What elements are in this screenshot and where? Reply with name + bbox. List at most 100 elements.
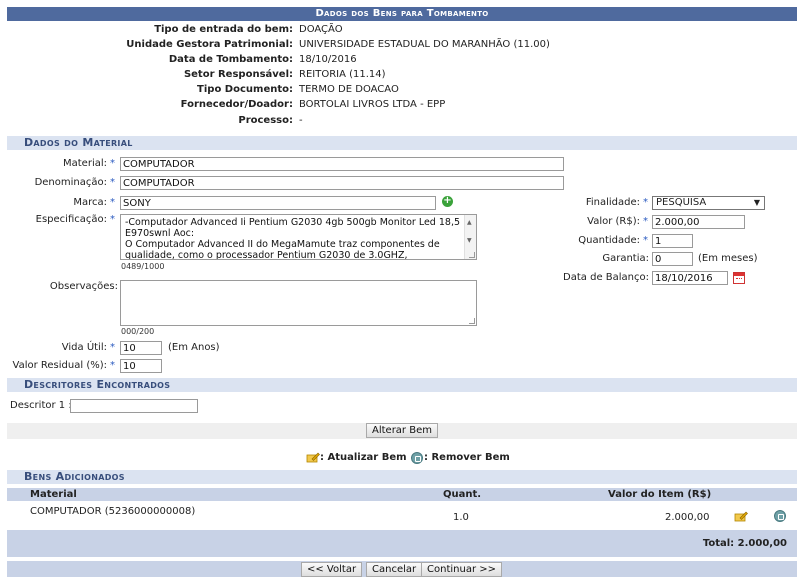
pencil-icon[interactable] <box>734 511 748 522</box>
especificacao-label: Especificação: <box>35 214 107 225</box>
vida-util-input[interactable] <box>120 341 162 355</box>
info-row-data-tombamento: Data de Tombamento: 18/10/2016 <box>0 53 800 67</box>
info-value: REITORIA (11.14) <box>299 69 386 80</box>
quantidade-input[interactable] <box>652 234 693 248</box>
page: Dados dos Bens para Tombamento Tipo de e… <box>0 0 800 587</box>
finalidade-selected: PESQUISA <box>656 197 707 208</box>
info-value: TERMO DE DOACAO <box>299 84 399 95</box>
denominacao-label: Denominação: <box>34 177 107 188</box>
material-label: Material: <box>63 158 107 169</box>
info-value: - <box>299 115 303 126</box>
row-quant: 1.0 <box>453 512 469 523</box>
info-label: Data de Tombamento: <box>168 54 293 65</box>
add-marca-plus-icon[interactable]: + <box>442 196 453 207</box>
alterar-bem-button[interactable]: Alterar Bem <box>366 423 438 438</box>
especificacao-line: qualidade, como o processador Pentium G2… <box>125 250 408 260</box>
valor-input[interactable] <box>652 215 745 229</box>
required-star: * <box>643 235 648 246</box>
info-row-unidade-gestora: Unidade Gestora Patrimonial: UNIVERSIDAD… <box>0 38 800 52</box>
col-valor: Valor do Item (R$) <box>608 489 712 500</box>
info-row-setor-responsavel: Setor Responsável: REITORIA (11.14) <box>0 68 800 82</box>
calendar-icon[interactable] <box>733 272 745 284</box>
info-label: Tipo de entrada do bem: <box>154 24 293 35</box>
info-label: Processo: <box>238 115 293 126</box>
observacoes-textarea[interactable] <box>120 280 477 326</box>
table-header: Material Quant. Valor do Item (R$) <box>7 488 797 501</box>
required-star: * <box>110 158 115 169</box>
required-star: * <box>110 177 115 188</box>
info-value: DOAÇÃO <box>299 24 343 35</box>
garantia-label: Garantia: <box>602 253 649 264</box>
data-balanco-label: Data de Balanço: <box>563 272 649 283</box>
marca-label: Marca: <box>73 197 107 208</box>
descritor1-label: Descritor 1 : <box>10 400 72 411</box>
garantia-input[interactable] <box>652 252 693 266</box>
scroll-down-icon[interactable]: ▼ <box>467 235 472 246</box>
descritor1-input[interactable] <box>70 399 198 413</box>
scroll-up-icon[interactable]: ▲ <box>467 217 472 228</box>
required-star: * <box>110 214 115 225</box>
voltar-button[interactable]: << Voltar <box>301 562 363 577</box>
col-material: Material <box>30 489 77 500</box>
valor-residual-input[interactable] <box>120 359 162 373</box>
especificacao-textarea[interactable]: -Computador Advanced Ii Pentium G2030 4g… <box>120 214 477 260</box>
info-label: Unidade Gestora Patrimonial: <box>126 39 293 50</box>
especificacao-line: E970swnl Aoc: <box>125 228 195 239</box>
valor-label: Valor (R$): <box>587 216 640 227</box>
col-quant: Quant. <box>443 489 482 500</box>
info-value: BORTOLAI LIVROS LTDA - EPP <box>299 99 446 110</box>
info-value: UNIVERSIDADE ESTADUAL DO MARANHÃO (11.00… <box>299 39 550 50</box>
especificacao-line: O Computador Advanced II do MegaMamute t… <box>125 239 440 250</box>
info-row-processo: Processo: - <box>0 114 800 128</box>
resize-handle-icon[interactable] <box>469 252 475 258</box>
cancelar-button[interactable]: Cancelar <box>366 562 423 577</box>
required-star: * <box>110 197 115 208</box>
page-title: Dados dos Bens para Tombamento <box>7 7 797 21</box>
continuar-button[interactable]: Continuar >> <box>421 562 502 577</box>
legend-atualizar: : Atualizar Bem <box>320 452 407 463</box>
observacoes-label: Observações: <box>49 281 118 292</box>
chevron-down-icon: ▼ <box>753 198 760 207</box>
table-footer: Total: 2.000,00 <box>7 530 797 557</box>
material-input[interactable] <box>120 157 564 171</box>
row-material: COMPUTADOR (5236000000008) <box>30 506 196 517</box>
section-bens-adicionados: Bens Adicionados <box>7 470 797 484</box>
info-label: Setor Responsável: <box>183 69 293 80</box>
info-label: Tipo Documento: <box>197 84 293 95</box>
row-valor: 2.000,00 <box>665 512 710 523</box>
info-value: 18/10/2016 <box>299 54 357 65</box>
valor-residual-label: Valor Residual (%): <box>12 360 107 371</box>
total: Total: 2.000,00 <box>702 538 787 549</box>
remove-icon <box>411 452 423 464</box>
required-star: * <box>110 360 115 371</box>
finalidade-label: Finalidade: <box>585 197 640 208</box>
quantidade-label: Quantidade: <box>578 235 640 246</box>
especificacao-counter: 0489/1000 <box>121 262 165 271</box>
pencil-icon <box>306 452 320 463</box>
remove-icon[interactable] <box>774 510 786 522</box>
info-row-fornecedor: Fornecedor/Doador: BORTOLAI LIVROS LTDA … <box>0 98 800 112</box>
info-row-tipo-documento: Tipo Documento: TERMO DE DOACAO <box>0 83 800 97</box>
finalidade-select[interactable]: PESQUISA ▼ <box>652 196 765 210</box>
resize-handle-icon[interactable] <box>469 318 475 324</box>
observacoes-counter: 000/200 <box>121 327 155 336</box>
data-balanco-input[interactable] <box>652 271 728 285</box>
vida-util-unit: (Em Anos) <box>168 342 220 353</box>
info-label: Fornecedor/Doador: <box>180 99 293 110</box>
legend-remover: : Remover Bem <box>424 452 510 463</box>
section-dados-material: Dados do Material <box>7 136 797 150</box>
section-descritores: Descritores Encontrados <box>7 378 797 392</box>
garantia-unit: (Em meses) <box>698 253 758 264</box>
alterar-button-bar: Alterar Bem <box>7 423 797 439</box>
required-star: * <box>643 197 648 208</box>
required-star: * <box>110 342 115 353</box>
denominacao-input[interactable] <box>120 176 564 190</box>
info-row-tipo-entrada: Tipo de entrada do bem: DOAÇÃO <box>0 23 800 37</box>
table-row: COMPUTADOR (5236000000008) 1.0 2.000,00 <box>7 501 797 528</box>
required-star: * <box>643 216 648 227</box>
bottom-button-bar: << Voltar Cancelar Continuar >> <box>7 561 797 577</box>
legend: : Atualizar Bem : Remover Bem <box>0 451 800 465</box>
especificacao-line: -Computador Advanced Ii Pentium G2030 4g… <box>125 217 461 228</box>
vida-util-label: Vida Útil: <box>61 342 107 353</box>
marca-input[interactable] <box>120 196 436 210</box>
